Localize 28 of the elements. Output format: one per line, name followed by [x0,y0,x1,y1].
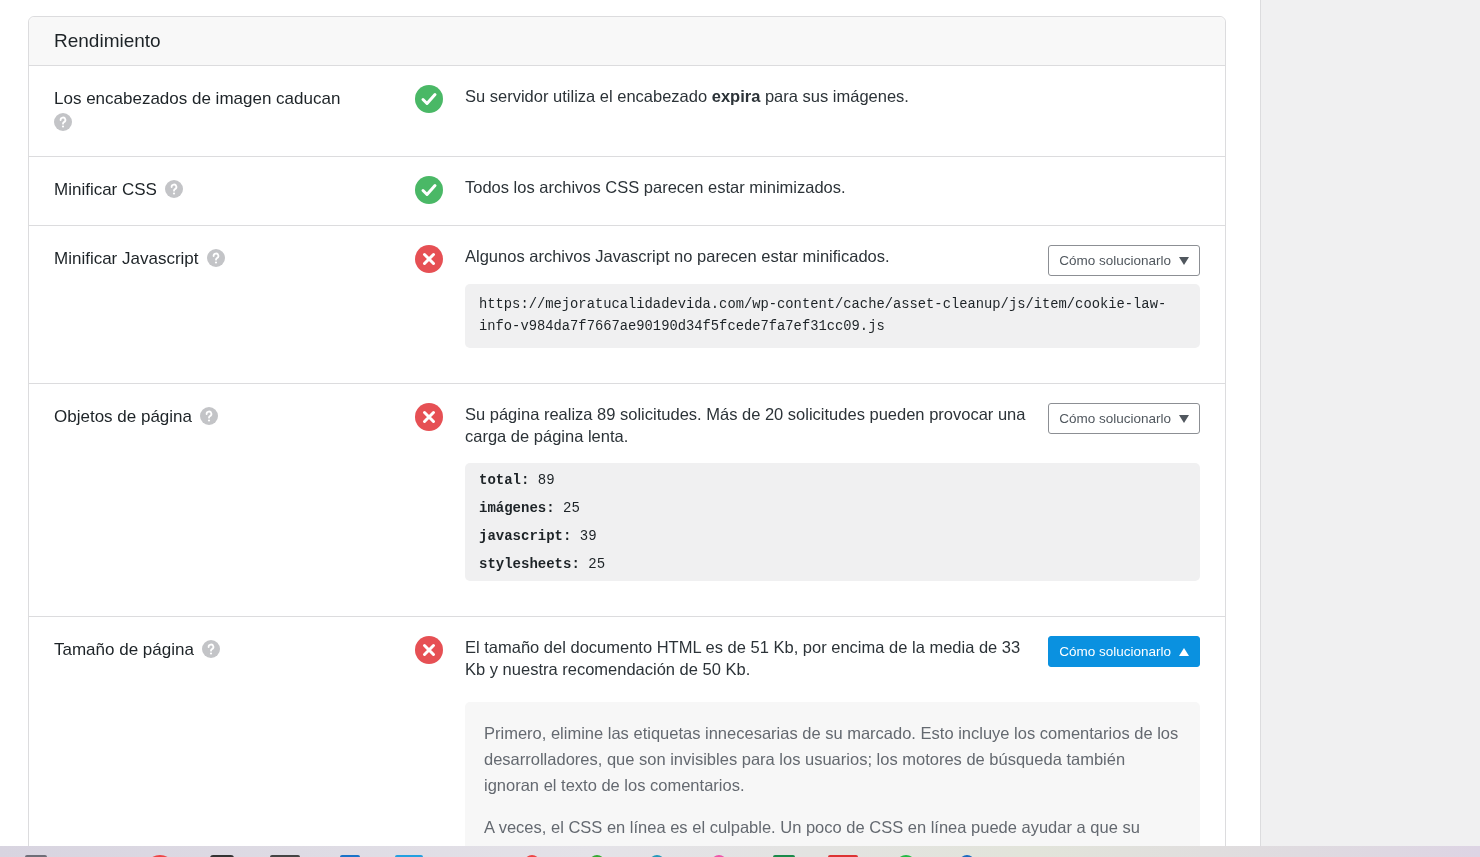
advice-paragraph: A veces, el CSS en línea es el culpable. Un poco de CSS en línea puede ayudar a que su [484,817,1141,838]
stat-line: stylesheets: 25 [479,555,607,574]
fix-button[interactable]: Cómo solucionarlo [1048,245,1200,276]
stat-line: javascript: 39 [479,527,598,546]
help-icon[interactable] [200,407,218,425]
check-message: Su página realiza 89 solicitudes. Más de 20 solicitudes pueden provocar una carga de página lenta. [465,404,1027,447]
check-message: Todos los archivos CSS parecen estar minimizados. [465,177,847,198]
help-icon[interactable] [206,249,225,267]
fix-button[interactable]: Cómo solucionarlo [1048,403,1200,434]
check-label: Minificar Javascript [54,249,199,268]
stat-line: total: 89 [479,471,556,490]
stat-line: imágenes: 25 [479,499,581,518]
caret-icon [1179,647,1189,656]
check-message: Algunos archivos Javascript no parecen estar minificados. [465,246,891,267]
check-label: Los encabezados de imagen caducan [54,89,341,108]
check-label: Minificar CSS [54,180,157,199]
check-label: Tamaño de página [54,640,194,659]
code-block: https://mejoratucalidadevida.com/wp-content/cache/asset-cleanup/js/item/cookie-law-info-v984da7f7667ae90190d34f5fcede7fa7ef31cc09.js [465,284,1200,348]
caret-icon [1179,256,1189,265]
section-title: Rendimiento [29,17,1225,66]
help-icon[interactable] [164,180,183,198]
help-icon[interactable] [54,113,72,131]
check-message: El tamaño del documento HTML es de 51 Kb, por encima de la media de 33 Kb y nuestra recomendación de 50 Kb. [465,637,1022,680]
advice-paragraph: Primero, elimine las etiquetas innecesarias de su marcado. Esto incluye los comentarios de los desarrolladores, que son invisibles para los usuarios; los motores de búsqueda también ignoran el texto de los comentarios. [484,723,1180,796]
help-icon[interactable] [201,640,220,658]
caret-icon [1179,414,1189,423]
check-label: Objetos de página [54,407,192,426]
check-message: Su servidor utiliza el encabezado expira para sus imágenes. [465,86,910,107]
